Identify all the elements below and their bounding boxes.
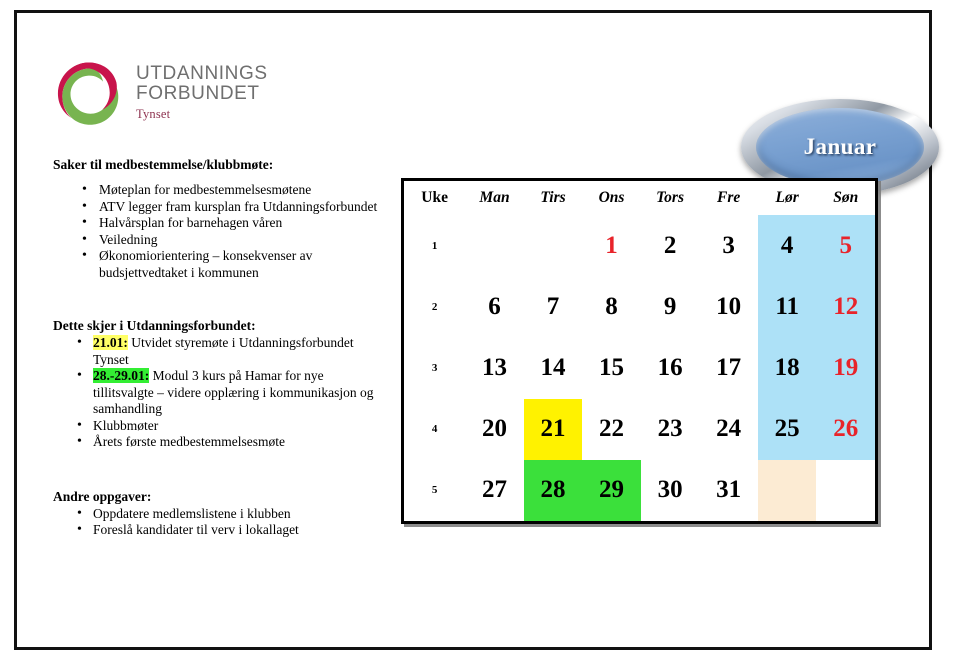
day-cell[interactable]: 3 xyxy=(699,215,758,276)
logo-wordmark: UTDANNINGS FORBUNDET Tynset xyxy=(136,64,268,122)
day-cell[interactable]: 25 xyxy=(757,398,817,460)
list-item: Veiledning xyxy=(82,232,383,249)
day-cell[interactable]: 11 xyxy=(757,276,817,338)
day-cell[interactable] xyxy=(465,215,524,276)
calendar-week-row: 4 20 21 22 23 24 25 26 xyxy=(404,398,875,460)
day-cell[interactable]: 21 xyxy=(523,398,583,460)
day-cell[interactable]: 18 xyxy=(757,337,817,399)
day-cell[interactable]: 16 xyxy=(641,337,700,398)
calendar-table: Uke Man Tirs Ons Tors Fre Lør Søn 1 1 2 xyxy=(404,181,875,521)
section-heading-dette: Dette skjer i Utdanningsforbundet: xyxy=(53,318,256,333)
calendar-page: UTDANNINGS FORBUNDET Tynset Saker til me… xyxy=(0,0,960,662)
day-cell[interactable]: 14 xyxy=(524,337,583,398)
list-item: Klubbmøter xyxy=(77,418,383,435)
month-banner-face: Januar xyxy=(755,107,925,187)
day-cell[interactable]: 5 xyxy=(816,215,875,277)
day-cell[interactable]: 20 xyxy=(465,399,524,460)
day-cell[interactable]: 12 xyxy=(816,276,875,338)
logo-sublabel: Tynset xyxy=(136,107,171,121)
list-item: 28.-29.01: Modul 3 kurs på Hamar for nye… xyxy=(77,368,383,418)
logo-line-2: FORBUNDET xyxy=(136,83,260,104)
section-heading-andre: Andre oppgaver: xyxy=(53,488,152,504)
day-cell[interactable]: 4 xyxy=(757,215,817,277)
column-header-fre: Fre xyxy=(716,189,741,206)
column-header-tors: Tors xyxy=(656,189,684,206)
day-cell[interactable]: 6 xyxy=(465,276,524,337)
day-cell[interactable]: 29 xyxy=(582,459,641,521)
calendar-header-row: Uke Man Tirs Ons Tors Fre Lør Søn xyxy=(404,181,875,215)
month-label: Januar xyxy=(803,134,877,159)
day-cell[interactable]: 26 xyxy=(816,398,875,460)
day-cell[interactable]: 30 xyxy=(641,460,700,521)
day-cell[interactable]: 2 xyxy=(641,215,700,276)
list-item: Oppdatere medlemslistene i klubben xyxy=(77,506,383,523)
day-cell[interactable]: 13 xyxy=(465,337,524,398)
day-cell[interactable]: 10 xyxy=(699,276,758,337)
list-item: ATV legger fram kursplan fra Utdanningsf… xyxy=(82,199,383,216)
day-cell[interactable] xyxy=(816,460,875,521)
calendar-week-row: 5 27 28 29 30 31 xyxy=(404,459,875,521)
date-mark-highlight: 21.01: xyxy=(93,335,128,350)
list-item: Årets første medbestemmelsesmøte xyxy=(77,434,383,451)
organization-logo: UTDANNINGS FORBUNDET Tynset xyxy=(52,56,352,134)
column-header-lor: Lør xyxy=(775,189,799,206)
list-item: Halvårsplan for barnehagen våren xyxy=(82,215,383,232)
list-item: Foreslå kandidater til verv i lokallaget xyxy=(77,522,383,539)
agenda-column: Saker til medbestemmelse/klubbmøte: Møte… xyxy=(53,157,383,539)
list-item-text: Utvidet styremøte i Utdanningsforbundet … xyxy=(93,335,354,367)
day-cell[interactable]: 17 xyxy=(699,337,758,398)
day-cell[interactable]: 9 xyxy=(641,276,700,337)
saker-list: Møteplan for medbestemmelsesmøtene ATV l… xyxy=(53,182,383,281)
day-cell[interactable]: 19 xyxy=(816,337,875,399)
day-cell[interactable] xyxy=(524,215,583,276)
column-header-tirs: Tirs xyxy=(540,189,566,206)
column-header-man: Man xyxy=(479,189,510,206)
day-cell[interactable]: 15 xyxy=(582,337,641,398)
day-cell[interactable] xyxy=(757,459,817,521)
day-cell[interactable]: 28 xyxy=(523,459,583,521)
day-cell[interactable]: 8 xyxy=(582,276,641,337)
calendar-week-row: 3 13 14 15 16 17 18 19 xyxy=(404,337,875,399)
calendar-grid: Uke Man Tirs Ons Tors Fre Lør Søn 1 1 2 xyxy=(401,178,878,524)
list-item: 21.01: Utvidet styremøte i Utdanningsfor… xyxy=(77,335,383,368)
list-item: Møteplan for medbestemmelsesmøtene xyxy=(82,182,383,199)
list-item: Økonomiorientering – konsekvenser av bud… xyxy=(82,248,383,281)
column-header-son: Søn xyxy=(833,189,859,206)
column-header-ons: Ons xyxy=(598,189,625,206)
week-number: 3 xyxy=(431,361,438,374)
day-cell[interactable]: 1 xyxy=(582,215,641,276)
day-cell[interactable]: 31 xyxy=(699,460,758,521)
calendar-week-row: 2 6 7 8 9 10 11 12 xyxy=(404,276,875,338)
day-cell[interactable]: 7 xyxy=(524,276,583,337)
calendar-body: 1 1 2 3 4 5 2 6 7 8 9 10 11 12 3 13 14 1… xyxy=(404,215,875,521)
day-cell[interactable]: 22 xyxy=(582,399,641,460)
week-number: 4 xyxy=(431,423,438,436)
week-number: 5 xyxy=(431,484,438,497)
day-cell[interactable]: 23 xyxy=(641,399,700,460)
week-number: 2 xyxy=(431,300,438,313)
dette-skjer-list: 21.01: Utvidet styremøte i Utdanningsfor… xyxy=(53,335,383,451)
section-heading-saker: Saker til medbestemmelse/klubbmøte: xyxy=(53,157,274,172)
date-mark-highlight: 28.-29.01: xyxy=(93,368,150,383)
logo-line-1: UTDANNINGS xyxy=(136,63,268,84)
day-cell[interactable]: 24 xyxy=(699,399,758,460)
week-number: 1 xyxy=(431,239,438,252)
utdanningsforbundet-mark-icon xyxy=(52,58,126,132)
day-cell[interactable]: 27 xyxy=(465,460,524,521)
andre-oppgaver-list: Oppdatere medlemslistene i klubben Fores… xyxy=(53,506,383,539)
calendar-week-row: 1 1 2 3 4 5 xyxy=(404,215,875,277)
column-header-uke: Uke xyxy=(421,189,448,206)
